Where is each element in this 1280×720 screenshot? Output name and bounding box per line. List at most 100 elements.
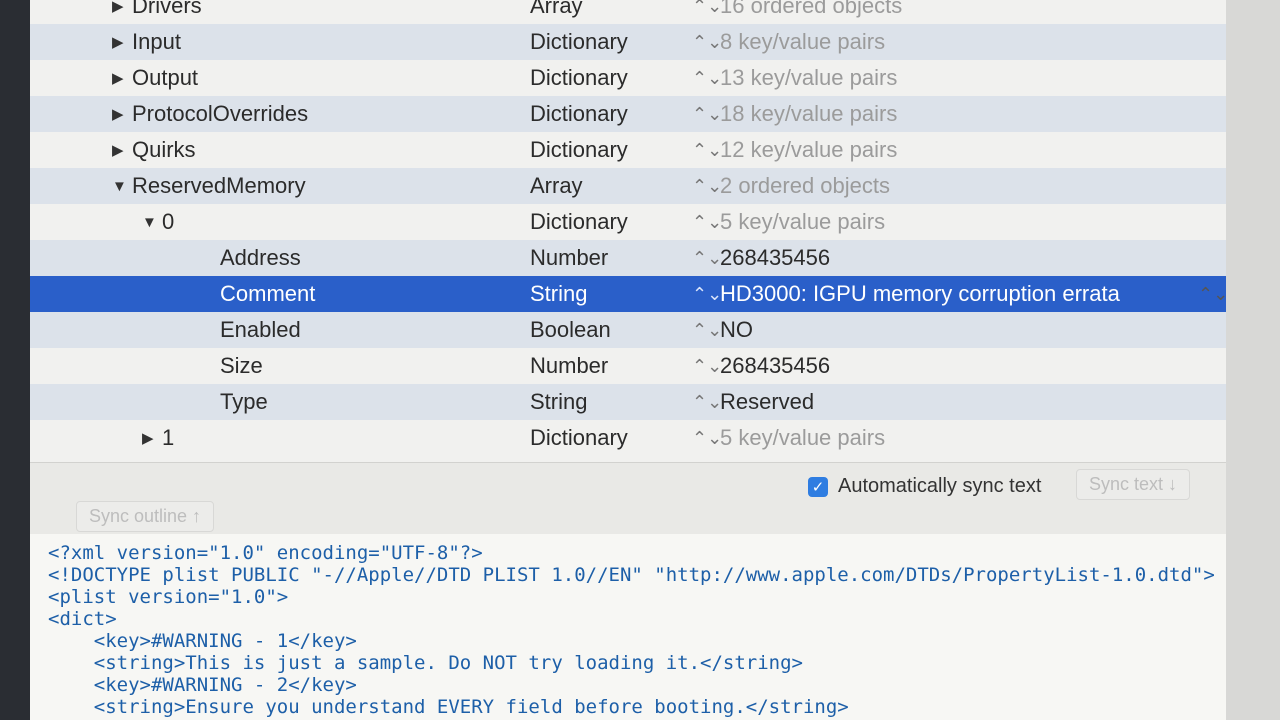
key-cell[interactable]: ▶ Input: [112, 24, 181, 60]
sync-text-button[interactable]: Sync text ↓: [1076, 469, 1191, 500]
key-cell[interactable]: Address: [200, 240, 301, 276]
value-label: 18 key/value pairs: [720, 101, 898, 126]
outline-row-type[interactable]: Type String ⌃⌄ Reserved: [30, 384, 1226, 420]
key-label: Comment: [220, 281, 316, 306]
stepper-icon[interactable]: ⌃⌄: [692, 0, 722, 17]
stepper-icon[interactable]: ⌃⌄: [692, 32, 722, 53]
type-cell[interactable]: String: [530, 384, 587, 420]
stepper-icon[interactable]: ⌃⌄: [692, 212, 722, 233]
outline-row-1[interactable]: ▶ 1 Dictionary ⌃⌄ 5 key/value pairs: [30, 420, 1226, 456]
value-cell[interactable]: ⌃⌄ 268435456: [692, 348, 830, 384]
value-cell[interactable]: ⌃⌄ 8 key/value pairs: [692, 24, 885, 60]
stepper-icon[interactable]: ⌃⌄: [692, 104, 722, 125]
outline-row-output[interactable]: ▶ Output Dictionary ⌃⌄ 13 key/value pairs: [30, 60, 1226, 96]
key-label: Type: [220, 389, 268, 414]
key-cell[interactable]: Size: [200, 348, 263, 384]
disclosure-down-icon[interactable]: ▼: [142, 214, 162, 231]
key-cell[interactable]: Type: [200, 384, 268, 420]
disclosure-right-icon[interactable]: ▶: [112, 0, 132, 15]
value-cell[interactable]: ⌃⌄ HD3000: IGPU memory corruption errata: [692, 276, 1120, 312]
disclosure-down-icon[interactable]: ▼: [112, 178, 132, 195]
stepper-icon[interactable]: ⌃⌄: [692, 284, 722, 305]
plist-editor-window: ▶ Drivers Array ⌃⌄ 16 ordered objects ▶ Input D…: [30, 0, 1226, 720]
type-cell[interactable]: Dictionary: [530, 132, 628, 168]
type-cell[interactable]: Number: [530, 240, 608, 276]
stepper-icon[interactable]: ⌃⌄: [692, 140, 722, 161]
stepper-icon[interactable]: ⌃⌄: [692, 320, 722, 341]
key-cell[interactable]: ▶ Output: [112, 60, 198, 96]
key-cell[interactable]: ▶ Quirks: [112, 132, 196, 168]
disclosure-right-icon[interactable]: ▶: [142, 429, 162, 447]
value-cell[interactable]: ⌃⌄ NO: [692, 312, 753, 348]
value-cell[interactable]: ⌃⌄ 5 key/value pairs: [692, 204, 885, 240]
key-cell[interactable]: Comment: [200, 276, 315, 312]
key-cell[interactable]: ▼ ReservedMemory: [112, 168, 306, 204]
value-label: HD3000: IGPU memory corruption errata: [720, 281, 1120, 306]
value-label: 268435456: [720, 245, 831, 270]
type-cell[interactable]: Dictionary: [530, 96, 628, 132]
type-cell[interactable]: Dictionary: [530, 204, 628, 240]
plist-outline-view: ▶ Drivers Array ⌃⌄ 16 ordered objects ▶ Input D…: [30, 0, 1226, 462]
xml-code-line: <?xml version="1.0" encoding="UTF-8"?>: [48, 542, 483, 564]
value-label: 268435456: [720, 353, 831, 378]
key-cell[interactable]: ▼ 0: [142, 204, 174, 240]
xml-code-line: <key>#WARNING - 1</key>: [48, 630, 357, 652]
sync-outline-button[interactable]: Sync outline ↑: [76, 501, 215, 532]
outline-row-address[interactable]: Address Number ⌃⌄ 268435456: [30, 240, 1226, 276]
key-label: Enabled: [220, 317, 301, 342]
key-cell[interactable]: Enabled: [200, 312, 301, 348]
stepper-icon[interactable]: ⌃⌄: [692, 68, 722, 89]
outline-row-comment[interactable]: Comment String ⌃⌄ HD3000: IGPU memory corru…: [30, 276, 1226, 312]
type-cell[interactable]: Number: [530, 348, 608, 384]
value-cell[interactable]: ⌃⌄ 12 key/value pairs: [692, 132, 897, 168]
outline-row-reservedmemory[interactable]: ▼ ReservedMemory Array ⌃⌄ 2 ordered objects: [30, 168, 1226, 204]
disclosure-right-icon[interactable]: ▶: [112, 69, 132, 87]
value-cell[interactable]: ⌃⌄ Reserved: [692, 384, 814, 420]
outline-row-input[interactable]: ▶ Input Dictionary ⌃⌄ 8 key/value pairs: [30, 24, 1226, 60]
outline-row-protocoloverrides[interactable]: ▶ ProtocolOverrides Dictionary ⌃⌄ 18 key/val…: [30, 96, 1226, 132]
key-cell[interactable]: ▶ 1: [142, 420, 174, 456]
stepper-icon[interactable]: ⌃⌄: [692, 428, 722, 449]
checkbox-check-icon[interactable]: ✓: [808, 476, 828, 497]
stepper-icon[interactable]: ⌃⌄: [692, 392, 722, 413]
stepper-icon[interactable]: ⌃⌄: [692, 248, 722, 269]
key-label: 0: [162, 209, 175, 234]
value-label: Reserved: [720, 389, 815, 414]
value-label: 5 key/value pairs: [720, 209, 886, 234]
value-label: 2 ordered objects: [720, 173, 890, 198]
key-label: Output: [132, 65, 199, 90]
outline-row-enabled[interactable]: Enabled Boolean ⌃⌄ NO: [30, 312, 1226, 348]
stepper-icon[interactable]: ⌃⌄: [692, 356, 722, 377]
outline-row-quirks[interactable]: ▶ Quirks Dictionary ⌃⌄ 12 key/value pairs: [30, 132, 1226, 168]
outline-row-drivers[interactable]: ▶ Drivers Array ⌃⌄ 16 ordered objects: [30, 0, 1226, 24]
stepper-icon[interactable]: ⌃⌄: [692, 176, 722, 197]
xml-code-line: <string>Ensure you understand EVERY fiel…: [48, 696, 849, 718]
key-label: Input: [132, 29, 181, 54]
disclosure-right-icon[interactable]: ▶: [112, 141, 132, 159]
key-cell[interactable]: ▶ Drivers: [112, 0, 202, 24]
type-cell[interactable]: Dictionary: [530, 24, 628, 60]
type-cell[interactable]: Array: [530, 168, 583, 204]
value-cell[interactable]: ⌃⌄ 2 ordered objects: [692, 168, 890, 204]
xml-source-editor[interactable]: <?xml version="1.0" encoding="UTF-8"?> <!…: [30, 534, 1226, 720]
value-cell[interactable]: ⌃⌄ 13 key/value pairs: [692, 60, 897, 96]
value-cell[interactable]: ⌃⌄ 18 key/value pairs: [692, 96, 897, 132]
outline-row-size[interactable]: Size Number ⌃⌄ 268435456: [30, 348, 1226, 384]
key-cell[interactable]: ▶ ProtocolOverrides: [112, 96, 308, 132]
row-type-stepper-icon[interactable]: ⌃⌄: [1198, 276, 1226, 312]
value-cell[interactable]: ⌃⌄ 268435456: [692, 240, 830, 276]
key-label: Quirks: [132, 137, 196, 162]
disclosure-right-icon[interactable]: ▶: [112, 33, 132, 51]
type-cell[interactable]: Dictionary: [530, 60, 628, 96]
type-cell[interactable]: Dictionary: [530, 420, 628, 456]
outline-row-0[interactable]: ▼ 0 Dictionary ⌃⌄ 5 key/value pairs: [30, 204, 1226, 240]
type-cell[interactable]: String: [530, 276, 587, 312]
disclosure-right-icon[interactable]: ▶: [112, 105, 132, 123]
value-label: 8 key/value pairs: [720, 29, 886, 54]
value-cell[interactable]: ⌃⌄ 16 ordered objects: [692, 0, 902, 24]
key-label: Drivers: [132, 0, 202, 18]
auto-sync-checkbox[interactable]: ✓ Automatically sync text: [808, 475, 1041, 498]
type-cell[interactable]: Boolean: [530, 312, 611, 348]
value-cell[interactable]: ⌃⌄ 5 key/value pairs: [692, 420, 885, 456]
type-cell[interactable]: Array: [530, 0, 583, 24]
